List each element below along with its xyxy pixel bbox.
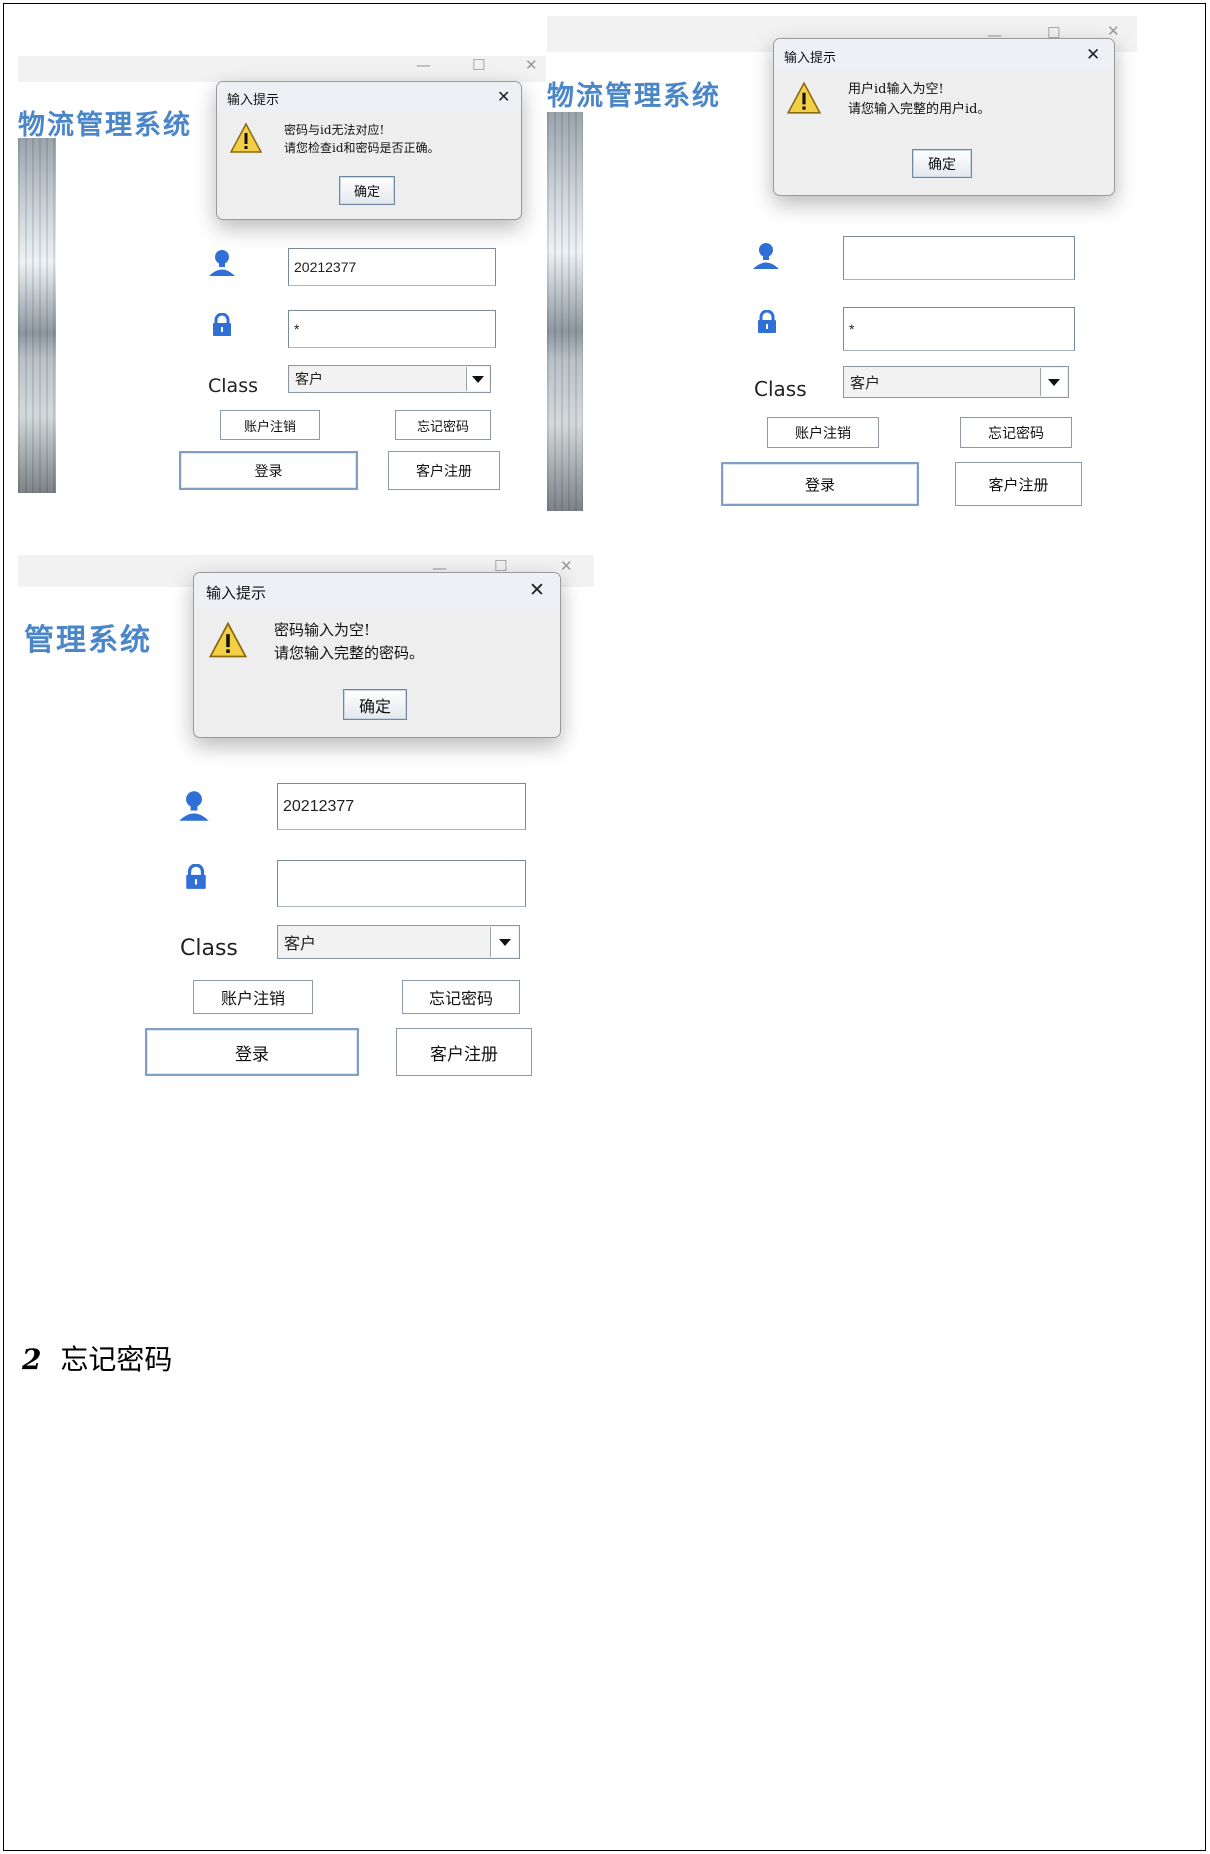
close-window-button[interactable]: ✕	[560, 557, 573, 575]
class-label: Class	[208, 375, 258, 397]
password-input[interactable]	[277, 860, 526, 907]
forgot-password-button[interactable]: 忘记密码	[395, 410, 491, 440]
password-input[interactable]: *	[288, 310, 496, 348]
dialog-title: 输入提示	[206, 584, 267, 602]
warning-icon	[229, 122, 263, 154]
user-icon	[208, 248, 236, 278]
class-select[interactable]: 客户	[277, 925, 520, 959]
login-button[interactable]: 登录	[721, 462, 919, 506]
forgot-password-button[interactable]: 忘记密码	[960, 417, 1072, 448]
input-prompt-dialog: 输入提示 ✕ 密码输入为空! 请您输入完整的密码。 确定	[193, 572, 561, 738]
window-titlebar	[18, 56, 546, 82]
chevron-down-icon[interactable]	[466, 367, 489, 391]
maximize-button[interactable]: ☐	[472, 56, 485, 74]
app-title: 物流管理系统	[18, 110, 192, 141]
dialog-title: 输入提示	[227, 93, 280, 108]
dialog-message-line-1: 密码与id无法对应!	[284, 123, 385, 137]
dialog-message-line-1: 密码输入为空!	[274, 621, 371, 639]
class-select-value: 客户	[850, 373, 881, 392]
class-select-value: 客户	[295, 372, 323, 388]
section-heading: 2 忘记密码	[22, 1338, 172, 1378]
deregister-button[interactable]: 账户注销	[767, 417, 879, 448]
screenshot-wrong-credentials: — ☐ ✕ 物流管理系统 20212377 * Class 客户 账户注销 忘记…	[18, 48, 546, 493]
dialog-message-line-2: 请您输入完整的用户id。	[848, 102, 991, 117]
login-button[interactable]: 登录	[179, 451, 358, 490]
register-button[interactable]: 客户注册	[955, 462, 1082, 506]
minimize-button[interactable]: —	[416, 56, 431, 74]
background-photo	[547, 112, 583, 511]
screenshot-empty-password: — ☐ ✕ 管理系统 20212377 Class 客户 账户注销 忘记密码 登…	[18, 555, 594, 1080]
class-label: Class	[754, 377, 807, 401]
close-icon[interactable]: ✕	[529, 579, 545, 601]
section-title: 忘记密码	[60, 1343, 173, 1376]
user-icon	[178, 789, 210, 823]
class-label: Class	[180, 936, 238, 961]
register-button[interactable]: 客户注册	[396, 1028, 532, 1076]
class-select[interactable]: 客户	[843, 366, 1069, 398]
app-title: 物流管理系统	[547, 81, 721, 112]
close-icon[interactable]: ✕	[1086, 45, 1100, 65]
lock-icon	[755, 310, 779, 334]
close-window-button[interactable]: ✕	[525, 56, 538, 74]
register-button[interactable]: 客户注册	[388, 451, 500, 490]
dialog-message-line-1: 用户id输入为空!	[848, 82, 944, 97]
screenshot-empty-user-id: — ☐ ✕ 物流管理系统 * Class 客户 账户注销 忘记密码 登录 客户注…	[547, 16, 1137, 511]
password-input[interactable]: *	[843, 307, 1075, 351]
user-id-input[interactable]	[843, 236, 1075, 280]
dialog-ok-button[interactable]: 确定	[343, 689, 407, 720]
lock-icon	[210, 313, 234, 337]
user-id-input[interactable]: 20212377	[277, 783, 526, 830]
warning-icon	[786, 81, 822, 115]
dialog-title: 输入提示	[784, 51, 837, 66]
input-prompt-dialog: 输入提示 ✕ 用户id输入为空! 请您输入完整的用户id。 确定	[773, 38, 1115, 196]
dialog-ok-button[interactable]: 确定	[912, 149, 972, 178]
dialog-ok-button[interactable]: 确定	[339, 176, 395, 205]
lock-icon	[183, 864, 209, 890]
login-button[interactable]: 登录	[145, 1028, 359, 1076]
section-number: 2	[22, 1343, 42, 1376]
class-select[interactable]: 客户	[288, 365, 491, 393]
chevron-down-icon[interactable]	[1040, 368, 1067, 396]
dialog-message-line-2: 请您输入完整的密码。	[274, 644, 425, 662]
background-photo	[18, 138, 56, 493]
warning-icon	[208, 621, 248, 659]
user-icon	[752, 241, 780, 271]
deregister-button[interactable]: 账户注销	[220, 410, 320, 440]
input-prompt-dialog: 输入提示 ✕ 密码与id无法对应! 请您检查id和密码是否正确。 确定	[216, 81, 522, 220]
chevron-down-icon[interactable]	[490, 927, 518, 957]
app-title: 管理系统	[24, 623, 152, 658]
close-icon[interactable]: ✕	[497, 87, 510, 106]
user-id-input[interactable]: 20212377	[288, 248, 496, 286]
forgot-password-button[interactable]: 忘记密码	[402, 980, 520, 1014]
dialog-message-line-2: 请您检查id和密码是否正确。	[284, 141, 440, 155]
deregister-button[interactable]: 账户注销	[193, 980, 313, 1014]
class-select-value: 客户	[284, 934, 317, 953]
